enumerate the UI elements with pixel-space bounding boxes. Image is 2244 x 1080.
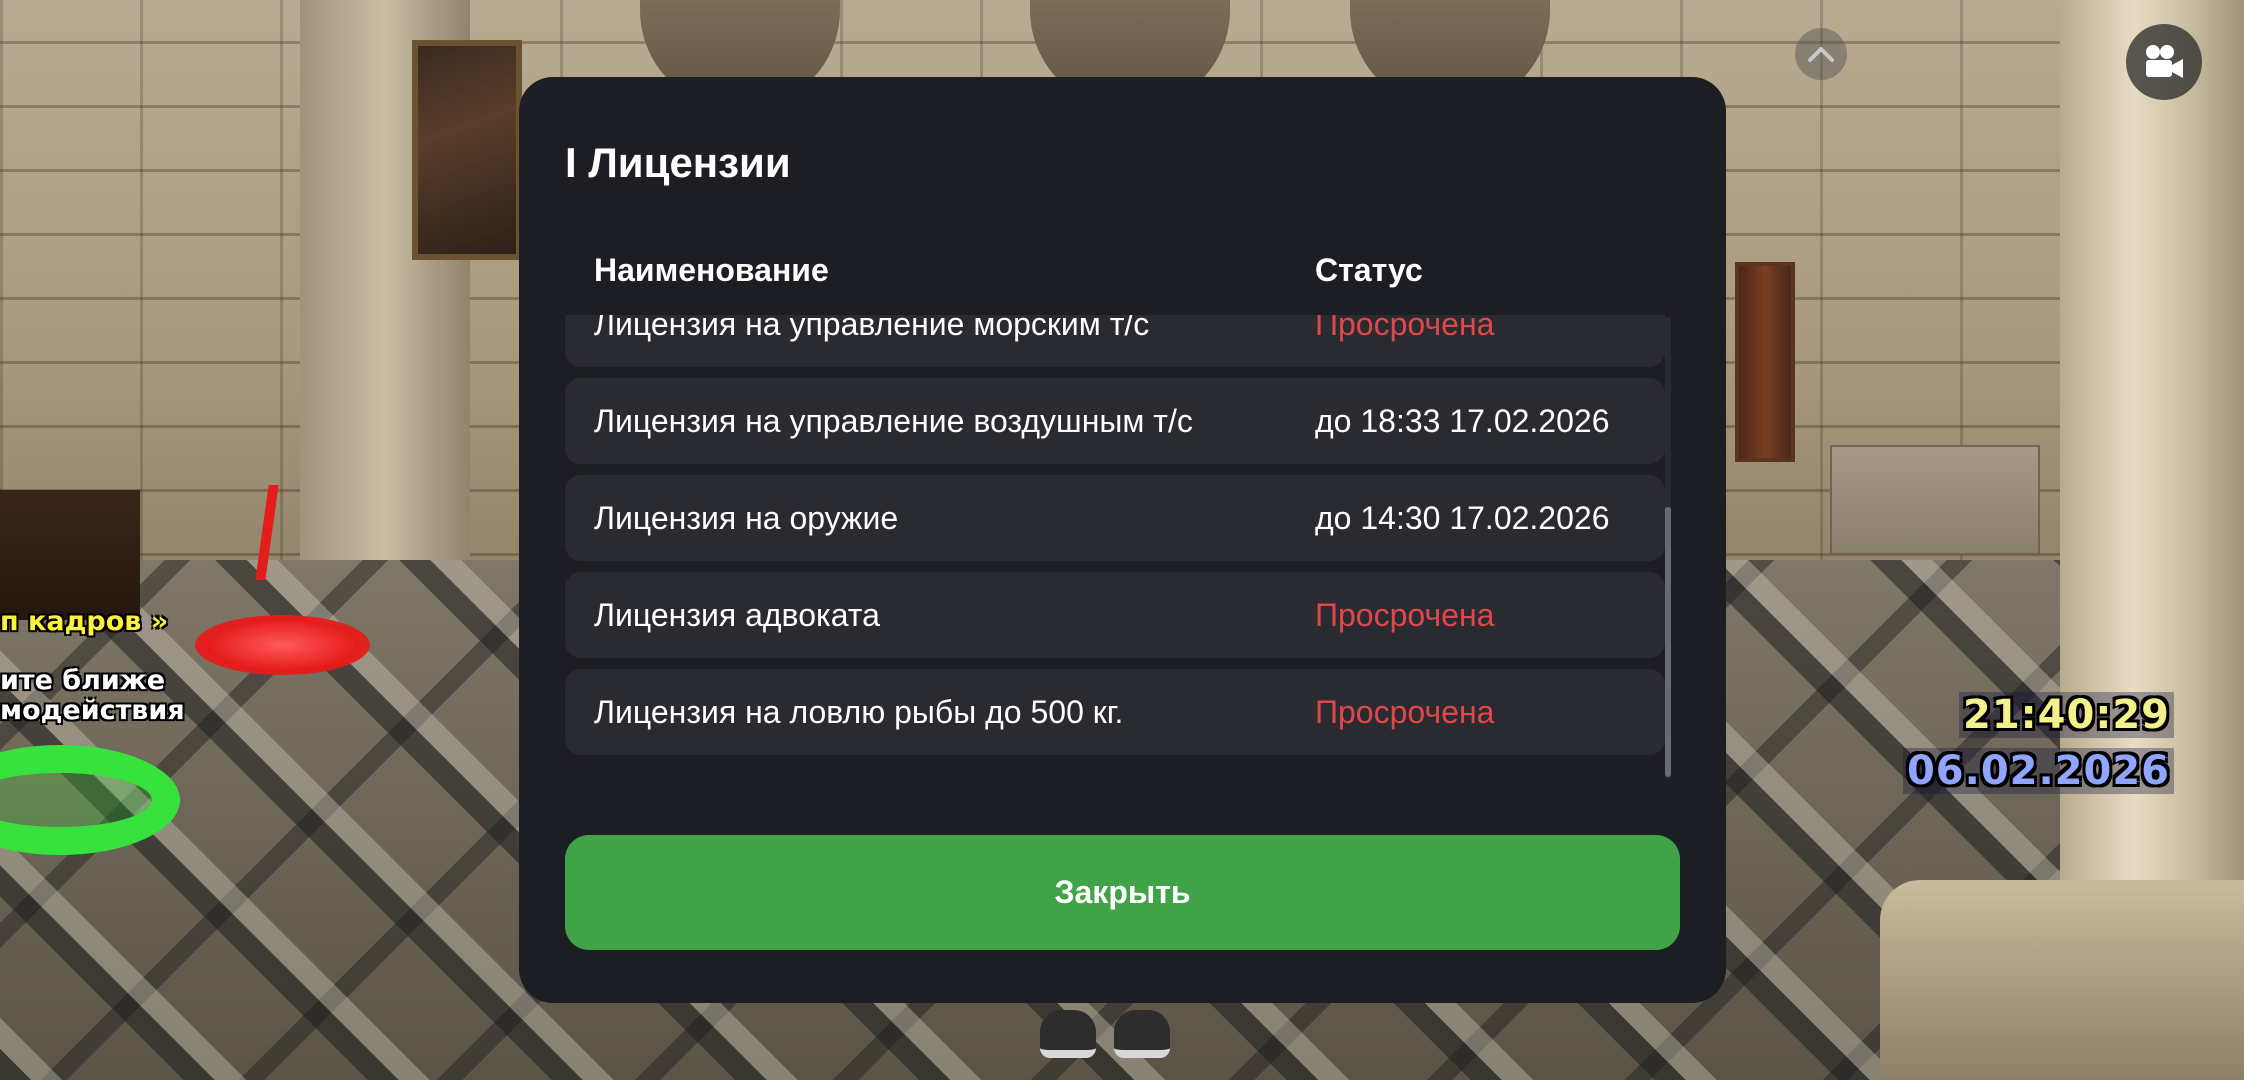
license-name: Лицензия на управление воздушным т/с (594, 403, 1193, 439)
world-hint: модействия (0, 695, 185, 726)
scrollbar-thumb[interactable] (1665, 507, 1671, 777)
world-label: п кадров » (0, 606, 169, 637)
license-status: Просрочена (1315, 694, 1495, 730)
column-base (1880, 880, 2244, 1080)
game-date: 06.02.2026 (1902, 748, 2174, 794)
license-row[interactable]: Лицензия адвоката Просрочена (565, 572, 1665, 658)
license-status: до 14:30 17.02.2026 (1315, 500, 1610, 536)
licenses-dialog: I Лицензии Наименование Статус Лицензия … (519, 77, 1726, 1003)
player-character (1040, 1010, 1180, 1080)
license-row[interactable]: Лицензия на оружие до 14:30 17.02.2026 (565, 475, 1665, 561)
red-marker[interactable] (195, 615, 370, 675)
license-row[interactable]: Лицензия на управление воздушным т/с до … (565, 378, 1665, 464)
list-scrollbar[interactable] (1665, 317, 1671, 779)
column-header-name: Наименование (594, 252, 829, 288)
license-status: Просрочена (1315, 597, 1495, 633)
license-status: Просрочена (1315, 315, 1495, 342)
world-hint: ите ближе (0, 665, 166, 696)
stone-crate (1830, 445, 2040, 555)
video-camera-icon[interactable] (2126, 24, 2202, 100)
close-button[interactable]: Закрыть (565, 835, 1680, 950)
license-name: Лицензия на ловлю рыбы до 500 кг. (594, 694, 1124, 730)
licenses-list[interactable]: Лицензия на управление морским т/с Проср… (565, 315, 1665, 781)
license-status: до 18:33 17.02.2026 (1315, 403, 1610, 439)
license-name: Лицензия на управление морским т/с (594, 315, 1150, 342)
column-header-status: Статус (1315, 252, 1423, 288)
license-name: Лицензия адвоката (594, 597, 880, 633)
game-clock: 21:40:29 (1959, 692, 2174, 738)
license-name: Лицензия на оружие (594, 500, 899, 536)
license-row[interactable]: Лицензия на управление морским т/с Проср… (565, 315, 1665, 367)
chevron-up-icon[interactable] (1795, 28, 1847, 80)
dialog-title: I Лицензии (565, 139, 791, 186)
desk (0, 490, 140, 620)
license-row[interactable]: Лицензия на ловлю рыбы до 500 кг. Просро… (565, 669, 1665, 755)
wooden-door (1735, 262, 1795, 462)
wall-painting (412, 40, 522, 260)
